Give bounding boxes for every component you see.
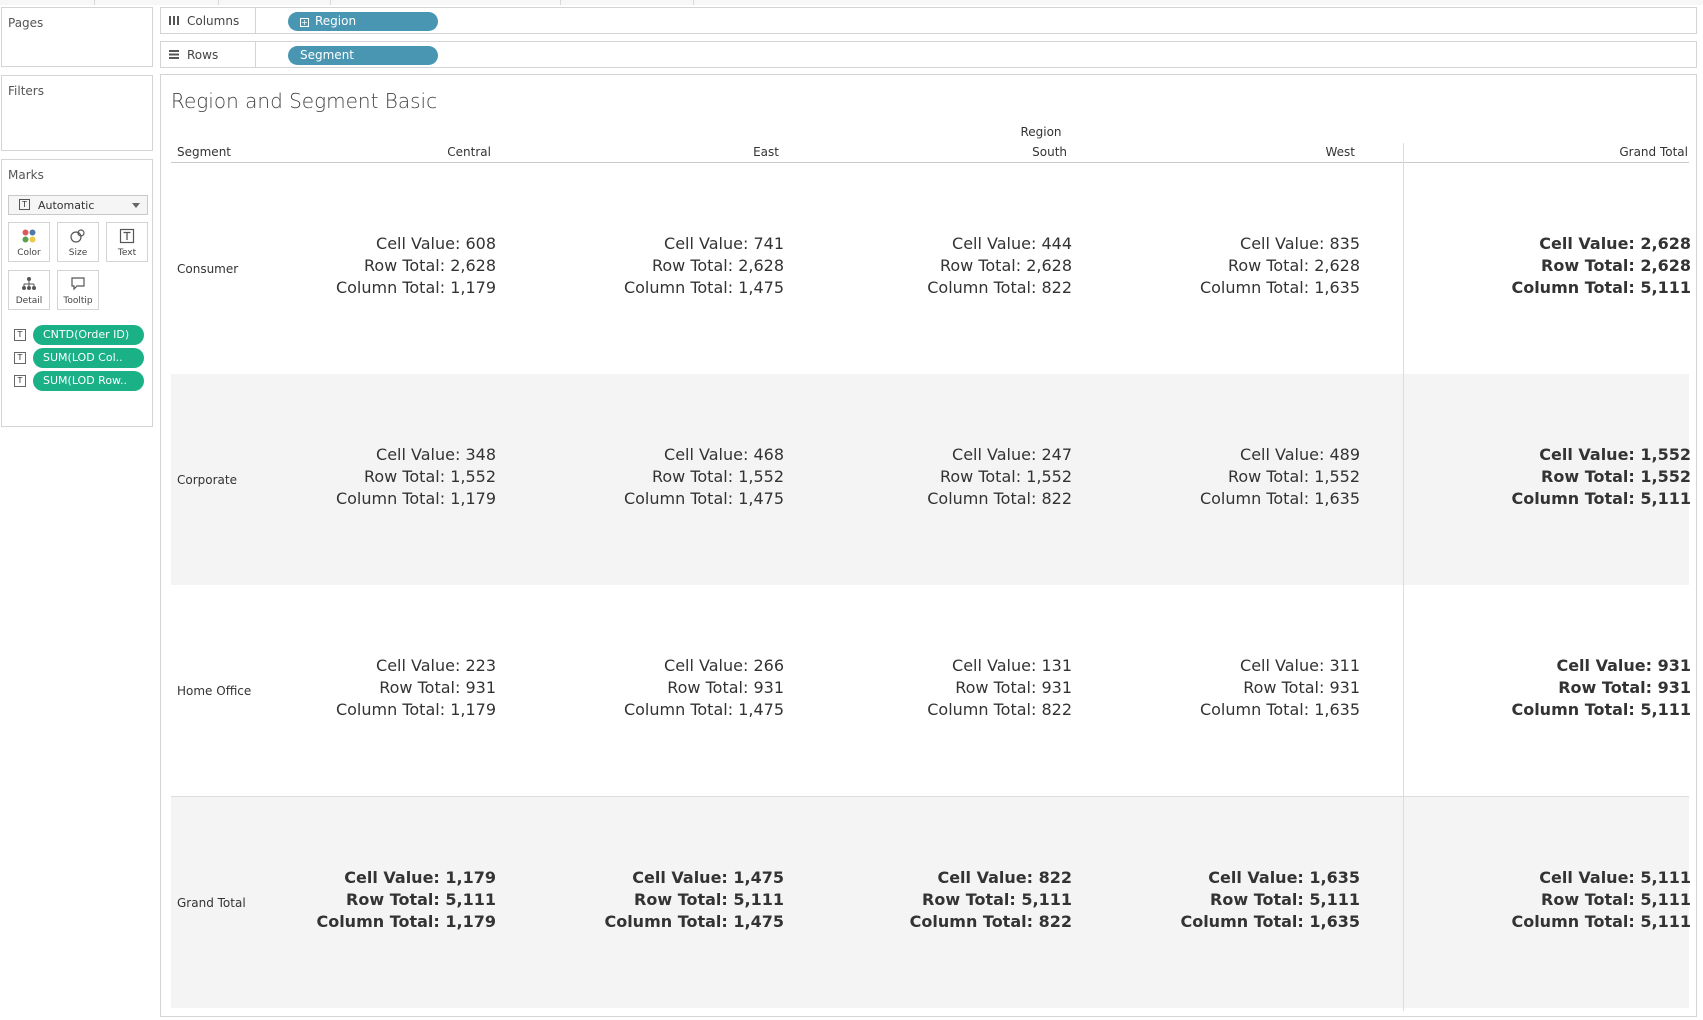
text-icon <box>107 228 147 244</box>
mark-type-label: Automatic <box>38 199 95 212</box>
text-mark-icon: T <box>14 375 26 387</box>
filters-title: Filters <box>8 84 44 98</box>
row-header-home-office[interactable]: Home Office <box>177 684 251 698</box>
grand-total-cell[interactable]: Cell Value: 1,635 Row Total: 5,111 Colum… <box>1180 867 1360 933</box>
tooltip-button-label: Tooltip <box>63 296 93 306</box>
grand-total-cell[interactable]: Cell Value: 1,552 Row Total: 1,552 Colum… <box>1511 444 1691 510</box>
worksheet-title: Region and Segment Basic <box>171 89 438 113</box>
dimension-pill-region[interactable]: + Region <box>288 12 438 31</box>
measure-pill-lod-row[interactable]: SUM(LOD Row.. <box>33 371 144 391</box>
measure-pill-cntd-order-id[interactable]: CNTD(Order ID) <box>33 325 144 345</box>
size-circles-icon <box>58 228 98 244</box>
table-cell[interactable]: Cell Value: 223 Row Total: 931 Column To… <box>336 655 496 721</box>
table-cell[interactable]: Cell Value: 444 Row Total: 2,628 Column … <box>927 233 1072 299</box>
shelf-divider <box>255 8 256 33</box>
size-button[interactable]: Size <box>57 222 99 262</box>
tooltip-button[interactable]: Tooltip <box>57 270 99 310</box>
table-row: Home Office Cell Value: 223 Row Total: 9… <box>171 585 1691 796</box>
rows-shelf[interactable]: Rows Segment <box>160 41 1697 68</box>
region-column-group-header[interactable]: Region <box>951 125 1131 139</box>
shelf-divider <box>255 42 256 67</box>
mark-type-dropdown[interactable]: T Automatic <box>8 195 148 215</box>
column-header-south[interactable]: South <box>1032 145 1067 159</box>
grand-total-cell[interactable]: Cell Value: 5,111 Row Total: 5,111 Colum… <box>1511 867 1691 933</box>
tooltip-icon <box>58 276 98 292</box>
table-cell[interactable]: Cell Value: 266 Row Total: 931 Column To… <box>624 655 784 721</box>
table-cell[interactable]: Cell Value: 608 Row Total: 2,628 Column … <box>336 233 496 299</box>
table-cell[interactable]: Cell Value: 348 Row Total: 1,552 Column … <box>336 444 496 510</box>
detail-button[interactable]: Detail <box>8 270 50 310</box>
table-row: Consumer Cell Value: 608 Row Total: 2,62… <box>171 163 1691 374</box>
row-header-consumer[interactable]: Consumer <box>177 262 238 276</box>
grand-total-cell[interactable]: Cell Value: 931 Row Total: 931 Column To… <box>1511 655 1691 721</box>
color-dots-icon <box>9 228 49 244</box>
columns-shelf[interactable]: Columns + Region <box>160 7 1697 34</box>
dimension-pill-segment[interactable]: Segment <box>288 46 438 65</box>
text-mark-icon: T <box>14 329 26 341</box>
top-tab-strip <box>0 0 1703 5</box>
worksheet-view: Region and Segment Basic Region Segment … <box>160 74 1697 1017</box>
column-header-grand-total[interactable]: Grand Total <box>1619 145 1688 159</box>
table-cell[interactable]: Cell Value: 247 Row Total: 1,552 Column … <box>927 444 1072 510</box>
text-mark-icon: T <box>14 352 26 364</box>
table-cell[interactable]: Cell Value: 311 Row Total: 931 Column To… <box>1200 655 1360 721</box>
table-cell[interactable]: Cell Value: 489 Row Total: 1,552 Column … <box>1200 444 1360 510</box>
size-button-label: Size <box>68 248 88 258</box>
grand-total-cell[interactable]: Cell Value: 1,475 Row Total: 5,111 Colum… <box>604 867 784 933</box>
table-cell[interactable]: Cell Value: 835 Row Total: 2,628 Column … <box>1200 233 1360 299</box>
text-button[interactable]: Text <box>106 222 148 262</box>
detail-button-label: Detail <box>15 296 43 306</box>
plus-icon[interactable]: + <box>300 18 309 27</box>
marks-card: Marks T Automatic Color Size Text Detail… <box>1 159 153 427</box>
region-pill-label: Region <box>315 14 357 28</box>
pages-card[interactable]: Pages <box>1 7 153 67</box>
columns-icon <box>168 14 180 29</box>
text-mark-icon: T <box>19 199 30 210</box>
pages-title: Pages <box>8 16 44 30</box>
grand-total-cell[interactable]: Cell Value: 2,628 Row Total: 2,628 Colum… <box>1511 233 1691 299</box>
table-row: Corporate Cell Value: 348 Row Total: 1,5… <box>171 374 1691 585</box>
table-cell[interactable]: Cell Value: 741 Row Total: 2,628 Column … <box>624 233 784 299</box>
column-header-west[interactable]: West <box>1325 145 1355 159</box>
column-header-central[interactable]: Central <box>447 145 491 159</box>
marks-title: Marks <box>8 168 44 182</box>
rows-shelf-label: Rows <box>187 48 219 62</box>
rows-icon <box>168 48 180 63</box>
grand-total-row: Grand Total Cell Value: 1,179 Row Total:… <box>171 797 1691 1008</box>
columns-shelf-label: Columns <box>187 14 240 28</box>
color-button[interactable]: Color <box>8 222 50 262</box>
grand-total-cell[interactable]: Cell Value: 1,179 Row Total: 5,111 Colum… <box>316 867 496 933</box>
grand-total-cell[interactable]: Cell Value: 822 Row Total: 5,111 Column … <box>910 867 1072 933</box>
measure-pill-lod-col[interactable]: SUM(LOD Col.. <box>33 348 144 368</box>
row-header-corporate[interactable]: Corporate <box>177 473 237 487</box>
row-header-grand-total[interactable]: Grand Total <box>177 896 246 910</box>
filters-card[interactable]: Filters <box>1 75 153 151</box>
chevron-down-icon <box>132 203 140 208</box>
grand-total-divider <box>1403 143 1404 1011</box>
color-button-label: Color <box>17 248 41 258</box>
detail-icon <box>9 276 49 292</box>
table-cell[interactable]: Cell Value: 468 Row Total: 1,552 Column … <box>624 444 784 510</box>
segment-header[interactable]: Segment <box>177 145 231 159</box>
text-button-label: Text <box>117 248 137 258</box>
table-cell[interactable]: Cell Value: 131 Row Total: 931 Column To… <box>927 655 1072 721</box>
column-header-east[interactable]: East <box>753 145 779 159</box>
